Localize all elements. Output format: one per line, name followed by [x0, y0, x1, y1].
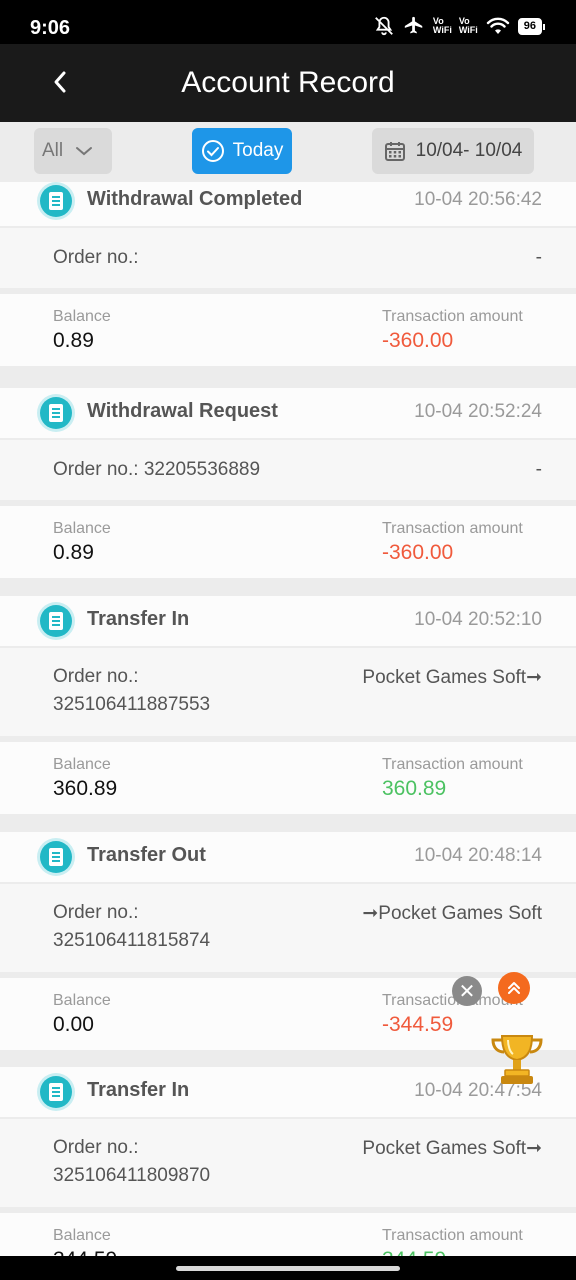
order-detail: Pocket Games Soft➞	[362, 1138, 542, 1159]
balance-value: 360.89	[53, 777, 118, 800]
balance-label: Balance	[53, 520, 111, 537]
amount-label: Transaction amount	[382, 1227, 523, 1244]
record-header: Transfer In 10-04 20:52:10	[0, 596, 576, 646]
status-time: 9:06	[30, 17, 71, 39]
close-float-button[interactable]: ✕	[452, 976, 482, 1006]
check-circle-icon	[201, 140, 224, 162]
date-range-picker[interactable]: 10/04- 10/04	[372, 128, 534, 174]
record-type: Transfer In	[87, 608, 190, 630]
nav-bar	[0, 1256, 576, 1280]
record-header: Withdrawal Completed 10-04 20:56:42	[0, 182, 576, 226]
trophy-button[interactable]	[488, 1028, 546, 1088]
order-detail: Pocket Games Soft➞	[362, 667, 542, 688]
amount-value: -360.00	[382, 541, 454, 564]
chevron-down-icon	[76, 147, 93, 156]
balance-value: 344.59	[53, 1248, 117, 1256]
record-amount-row: Balance 344.59 Transaction amount 344.59	[0, 1213, 576, 1256]
record-list[interactable]: Withdrawal Completed 10-04 20:56:42 Orde…	[0, 182, 576, 1256]
filter-bar: All Today 10/04- 10/04	[0, 122, 576, 182]
amount-label: Transaction amount	[382, 756, 523, 773]
record-type: Withdrawal Request	[87, 400, 278, 422]
record-header: Withdrawal Request 10-04 20:52:24	[0, 388, 576, 438]
vowifi-2: Vo WiFi	[458, 16, 478, 35]
wifi-icon	[486, 17, 509, 34]
calendar-icon	[384, 142, 405, 161]
order-label: Order no.: 32205536889	[53, 459, 261, 480]
today-filter-button[interactable]: Today	[192, 128, 292, 174]
bill-icon	[40, 841, 72, 873]
record-time: 10-04 20:52:10	[414, 609, 542, 630]
amount-label: Transaction amount	[382, 520, 523, 537]
order-detail: -	[535, 459, 542, 480]
trophy-icon	[491, 1035, 543, 1084]
amount-value: 360.89	[382, 777, 447, 800]
record-time: 10-04 20:52:24	[414, 401, 542, 422]
amount-value: 344.59	[382, 1248, 446, 1256]
record-order-row: Order no.: 325106411809870 Pocket Games …	[0, 1119, 576, 1207]
order-detail: -	[535, 247, 542, 268]
order-label: Order no.:	[53, 247, 139, 268]
record-amount-row: Balance 360.89 Transaction amount 360.89	[0, 742, 576, 814]
balance-label: Balance	[53, 992, 111, 1009]
bill-icon	[40, 397, 72, 429]
date-range-text: 10/04- 10/04	[415, 140, 523, 161]
battery-icon: 96	[517, 17, 546, 35]
record-header: Transfer Out 10-04 20:48:14	[0, 832, 576, 882]
header: Account Record	[0, 44, 576, 122]
type-filter-dropdown[interactable]: All	[34, 128, 112, 174]
record-type: Transfer In	[87, 1079, 190, 1101]
record-type: Withdrawal Completed	[87, 188, 303, 210]
order-label: Order no.:	[53, 902, 139, 923]
record-time: 10-04 20:48:14	[414, 845, 542, 866]
record-order-row: Order no.: -	[0, 228, 576, 288]
order-number: 325106411809870	[53, 1165, 211, 1186]
scroll-top-button[interactable]	[498, 972, 530, 1004]
today-filter-label: Today	[232, 140, 284, 161]
amount-label: Transaction amount	[382, 308, 523, 325]
order-label: Order no.:	[53, 1137, 139, 1158]
balance-label: Balance	[53, 756, 111, 773]
status-icons: Vo WiFi Vo WiFi 96	[373, 14, 546, 38]
type-filter-label: All	[42, 140, 64, 161]
order-number: 325106411887553	[53, 694, 211, 715]
amount-value: -344.59	[382, 1013, 454, 1036]
status-bar: 9:06 Vo WiFi Vo WiFi 96	[0, 0, 576, 44]
record-time: 10-04 20:56:42	[414, 189, 542, 210]
order-detail: ➞Pocket Games Soft	[362, 903, 542, 924]
mute-icon	[375, 16, 393, 36]
close-icon: ✕	[458, 980, 476, 1003]
page-title: Account Record	[181, 66, 395, 99]
bill-icon	[40, 1076, 72, 1108]
double-chevron-up-icon	[508, 982, 520, 994]
record-type: Transfer Out	[87, 844, 206, 866]
balance-value: 0.89	[53, 541, 94, 564]
amount-value: -360.00	[382, 329, 454, 352]
order-number: 325106411815874	[53, 930, 211, 951]
order-label: Order no.:	[53, 666, 139, 687]
bill-icon	[40, 185, 72, 217]
record-amount-row: Balance 0.89 Transaction amount -360.00	[0, 294, 576, 366]
home-gesture-handle[interactable]	[176, 1266, 400, 1271]
balance-value: 0.00	[53, 1013, 94, 1036]
balance-label: Balance	[53, 1227, 111, 1244]
record-order-row: Order no.: 325106411887553 Pocket Games …	[0, 648, 576, 736]
record-order-row: Order no.: 32205536889 -	[0, 440, 576, 500]
balance-value: 0.89	[53, 329, 94, 352]
vowifi-1: Vo WiFi	[432, 16, 452, 35]
record-amount-row: Balance 0.89 Transaction amount -360.00	[0, 506, 576, 578]
bill-icon	[40, 605, 72, 637]
record-order-row: Order no.: 325106411815874 ➞Pocket Games…	[0, 884, 576, 972]
airplane-icon	[404, 16, 423, 34]
balance-label: Balance	[53, 308, 111, 325]
